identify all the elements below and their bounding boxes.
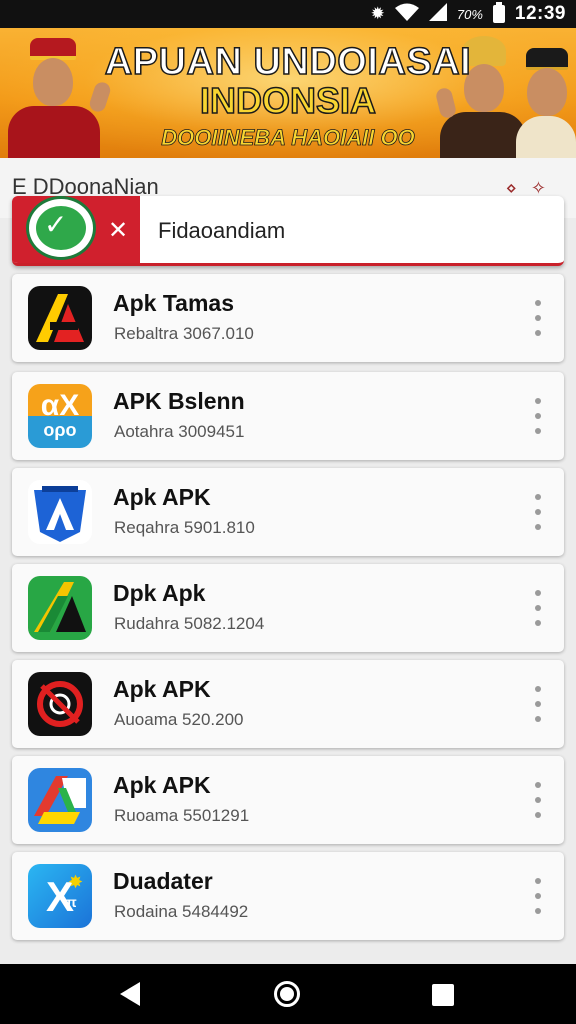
app-name: APK Bslenn [113, 388, 245, 414]
back-icon[interactable] [120, 982, 140, 1006]
more-options-icon[interactable] [532, 686, 544, 722]
app-x-icon: X ✸ π [28, 864, 92, 928]
app-name: Apk APK [113, 484, 211, 510]
app-drive-icon [28, 768, 92, 832]
list-item[interactable]: Apk APK Reqahra 5901.810 [12, 468, 564, 556]
shield-check-icon: ✓ [26, 196, 96, 260]
app-subtitle: Aotahra 3009451 [114, 422, 245, 441]
promo-banner[interactable]: APUAN UNDOIASAI INDONSIA DOOIINEBA HAOIA… [0, 28, 576, 158]
app-name: Duadater [113, 868, 213, 894]
list-item[interactable]: Dpk Apk Rudahra 5082.1204 [12, 564, 564, 652]
home-icon[interactable] [274, 981, 300, 1007]
more-options-icon[interactable] [532, 782, 544, 818]
app-subtitle: Rodaina 5484492 [114, 902, 249, 921]
app-subtitle: Rebaltra 3067.010 [114, 324, 254, 343]
recent-apps-icon[interactable] [432, 984, 454, 1006]
close-icon[interactable]: ✕ [108, 216, 128, 245]
signal-icon [428, 2, 447, 26]
wifi-icon [394, 3, 419, 26]
app-subtitle: Ruoama 5501291 [114, 806, 250, 825]
more-options-icon[interactable] [532, 300, 544, 336]
search-bar[interactable]: ✓ ✕ Fidaoandiam [12, 196, 564, 266]
more-options-icon[interactable] [532, 590, 544, 626]
status-icons: ✹ 70% 12:39 [371, 0, 566, 28]
app-subtitle: Reqahra 5901.810 [114, 518, 255, 537]
more-options-icon[interactable] [532, 398, 544, 434]
more-options-icon[interactable] [532, 494, 544, 530]
list-item[interactable]: X ✸ π Duadater Rodaina 5484492 [12, 852, 564, 940]
app-a-icon [28, 286, 92, 350]
list-item[interactable]: Apk APK Auoama 520.200 [12, 660, 564, 748]
search-input[interactable]: Fidaoandiam [158, 218, 285, 244]
app-subtitle: Rudahra 5082.1204 [114, 614, 265, 633]
app-name: Dpk Apk [113, 580, 206, 606]
banner-tagline: DOOIINEBA HAOIAII OO YOBERKENEII [161, 125, 415, 151]
more-options-icon[interactable] [532, 878, 544, 914]
app-name: Apk Tamas [113, 290, 235, 316]
app-subtitle: Auoama 520.200 [114, 710, 244, 729]
app-red-circle-icon [28, 672, 92, 736]
clock: 12:39 [514, 3, 566, 24]
list-item[interactable]: Apk Tamas Rebaltra 3067.010 [12, 274, 564, 362]
banner-subtitle: INDONSIA [199, 79, 377, 122]
list-item[interactable]: αX ορο APK Bslenn Aotahra 3009451 [12, 372, 564, 460]
settings-icon: ✹ [370, 4, 385, 23]
battery-percent: 70% [456, 6, 483, 22]
app-ax-icon: αX ορο [28, 384, 92, 448]
banner-person-right [516, 28, 576, 158]
navigation-bar [0, 964, 576, 1024]
list-item[interactable]: Apk APK Ruoama 5501291 [12, 756, 564, 844]
banner-title: APUAN UNDOIASAI [104, 40, 472, 84]
status-bar: ✹ 70% 12:39 [0, 0, 576, 28]
app-name: Apk APK [113, 676, 211, 702]
app-store-icon [28, 480, 92, 544]
app-name: Apk APK [113, 772, 211, 798]
app-green-a-icon [28, 576, 92, 640]
battery-icon [492, 2, 505, 23]
